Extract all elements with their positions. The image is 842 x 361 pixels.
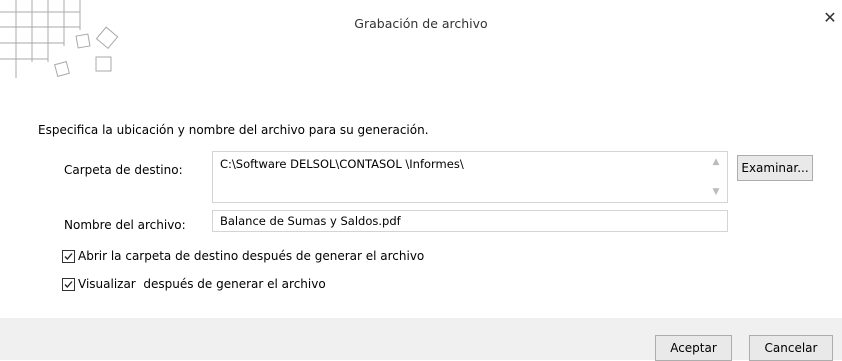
app-logo bbox=[0, 0, 119, 78]
cancel-button[interactable]: Cancelar bbox=[749, 335, 833, 361]
open-folder-checkbox[interactable] bbox=[62, 249, 75, 263]
view-after-label: Visualizar después de generar el archivo bbox=[78, 277, 326, 291]
browse-button[interactable]: Examinar... bbox=[737, 155, 813, 181]
open-folder-option[interactable]: Abrir la carpeta de destino después de g… bbox=[62, 249, 424, 263]
checkmark-icon bbox=[64, 280, 73, 288]
scroll-down-icon[interactable]: ▼ bbox=[710, 186, 722, 198]
open-folder-label: Abrir la carpeta de destino después de g… bbox=[78, 249, 425, 263]
dialog-title: Grabación de archivo bbox=[354, 16, 488, 31]
destination-folder-field[interactable]: C:\Software DELSOL\CONTASOL \Informes\ ▲… bbox=[212, 151, 728, 203]
view-after-option[interactable]: Visualizar después de generar el archivo bbox=[62, 277, 326, 291]
file-name-input[interactable] bbox=[212, 210, 728, 232]
view-after-checkbox[interactable] bbox=[62, 277, 75, 291]
file-name-label: Nombre del archivo: bbox=[64, 218, 186, 232]
instruction-text: Especifica la ubicación y nombre del arc… bbox=[38, 123, 429, 137]
destination-folder-label: Carpeta de destino: bbox=[64, 163, 183, 177]
destination-folder-value: C:\Software DELSOL\CONTASOL \Informes\ bbox=[220, 157, 464, 171]
checkmark-icon bbox=[64, 252, 73, 260]
close-icon[interactable]: ✕ bbox=[820, 8, 840, 28]
accept-button[interactable]: Aceptar bbox=[655, 335, 732, 361]
scroll-up-icon[interactable]: ▲ bbox=[710, 156, 722, 168]
